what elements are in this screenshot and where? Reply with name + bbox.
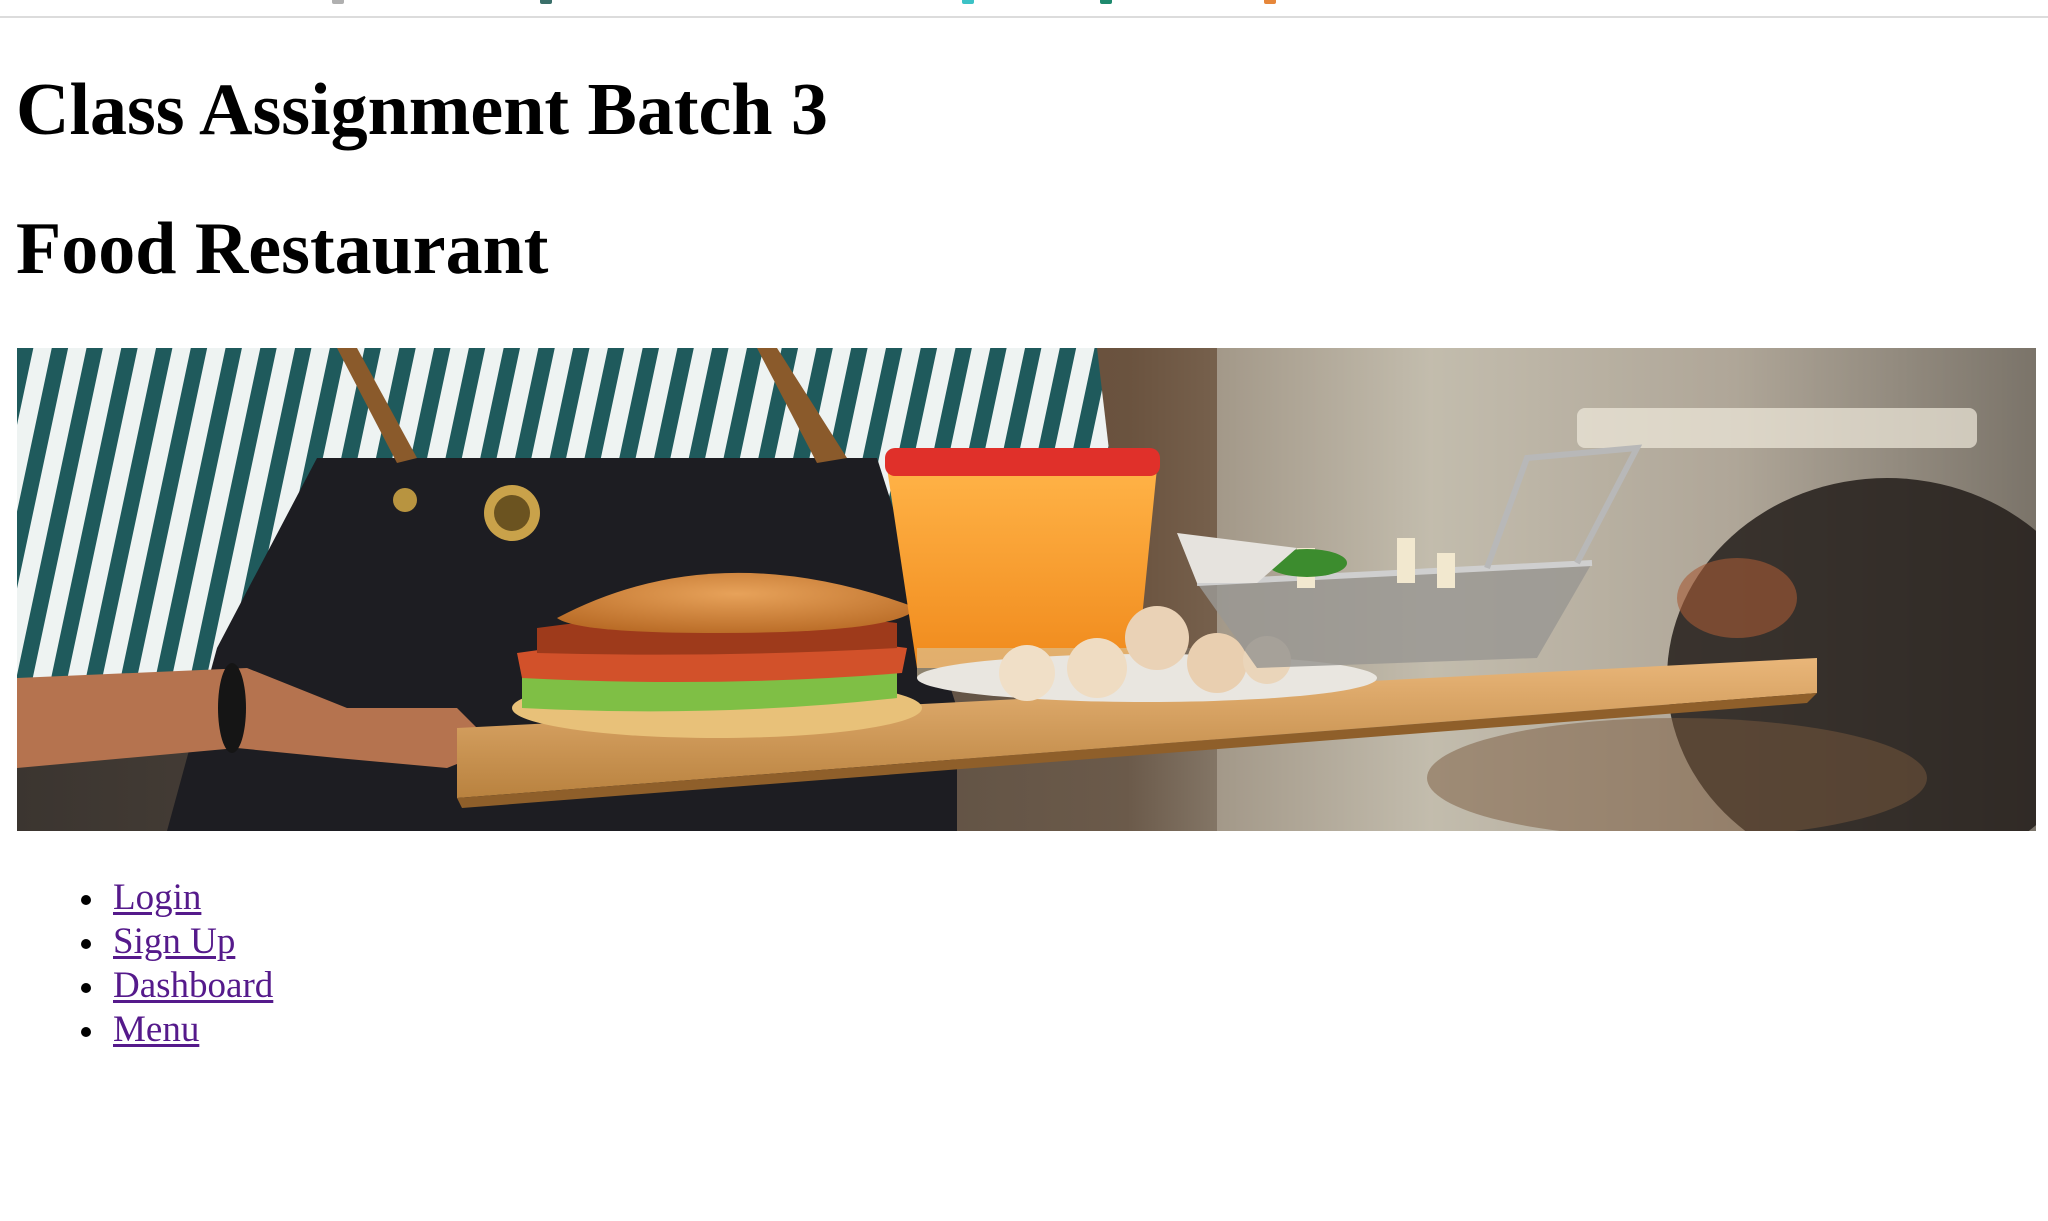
menu-link[interactable]: Menu	[113, 1009, 199, 1050]
toolbar-mark	[1100, 0, 1112, 4]
toolbar-mark	[332, 0, 344, 4]
toolbar-mark	[1264, 0, 1276, 4]
nav-list: Login Sign Up Dashboard Menu	[72, 876, 273, 1052]
sign-up-link[interactable]: Sign Up	[113, 921, 235, 962]
nav-item-dashboard: Dashboard	[72, 964, 273, 1008]
hero-image	[17, 348, 2036, 831]
page-title: Class Assignment Batch 3	[16, 69, 829, 151]
nav-item-login: Login	[72, 876, 273, 920]
nav-item-sign-up: Sign Up	[72, 920, 273, 964]
page-content: Class Assignment Batch 3 Food Restaurant	[16, 16, 2036, 292]
dashboard-link[interactable]: Dashboard	[113, 965, 273, 1006]
food-tray-illustration	[17, 348, 2036, 831]
page-subtitle: Food Restaurant	[16, 208, 549, 291]
toolbar-mark	[962, 0, 974, 4]
toolbar-mark	[540, 0, 552, 4]
login-link[interactable]: Login	[113, 877, 201, 918]
nav-item-menu: Menu	[72, 1008, 273, 1052]
